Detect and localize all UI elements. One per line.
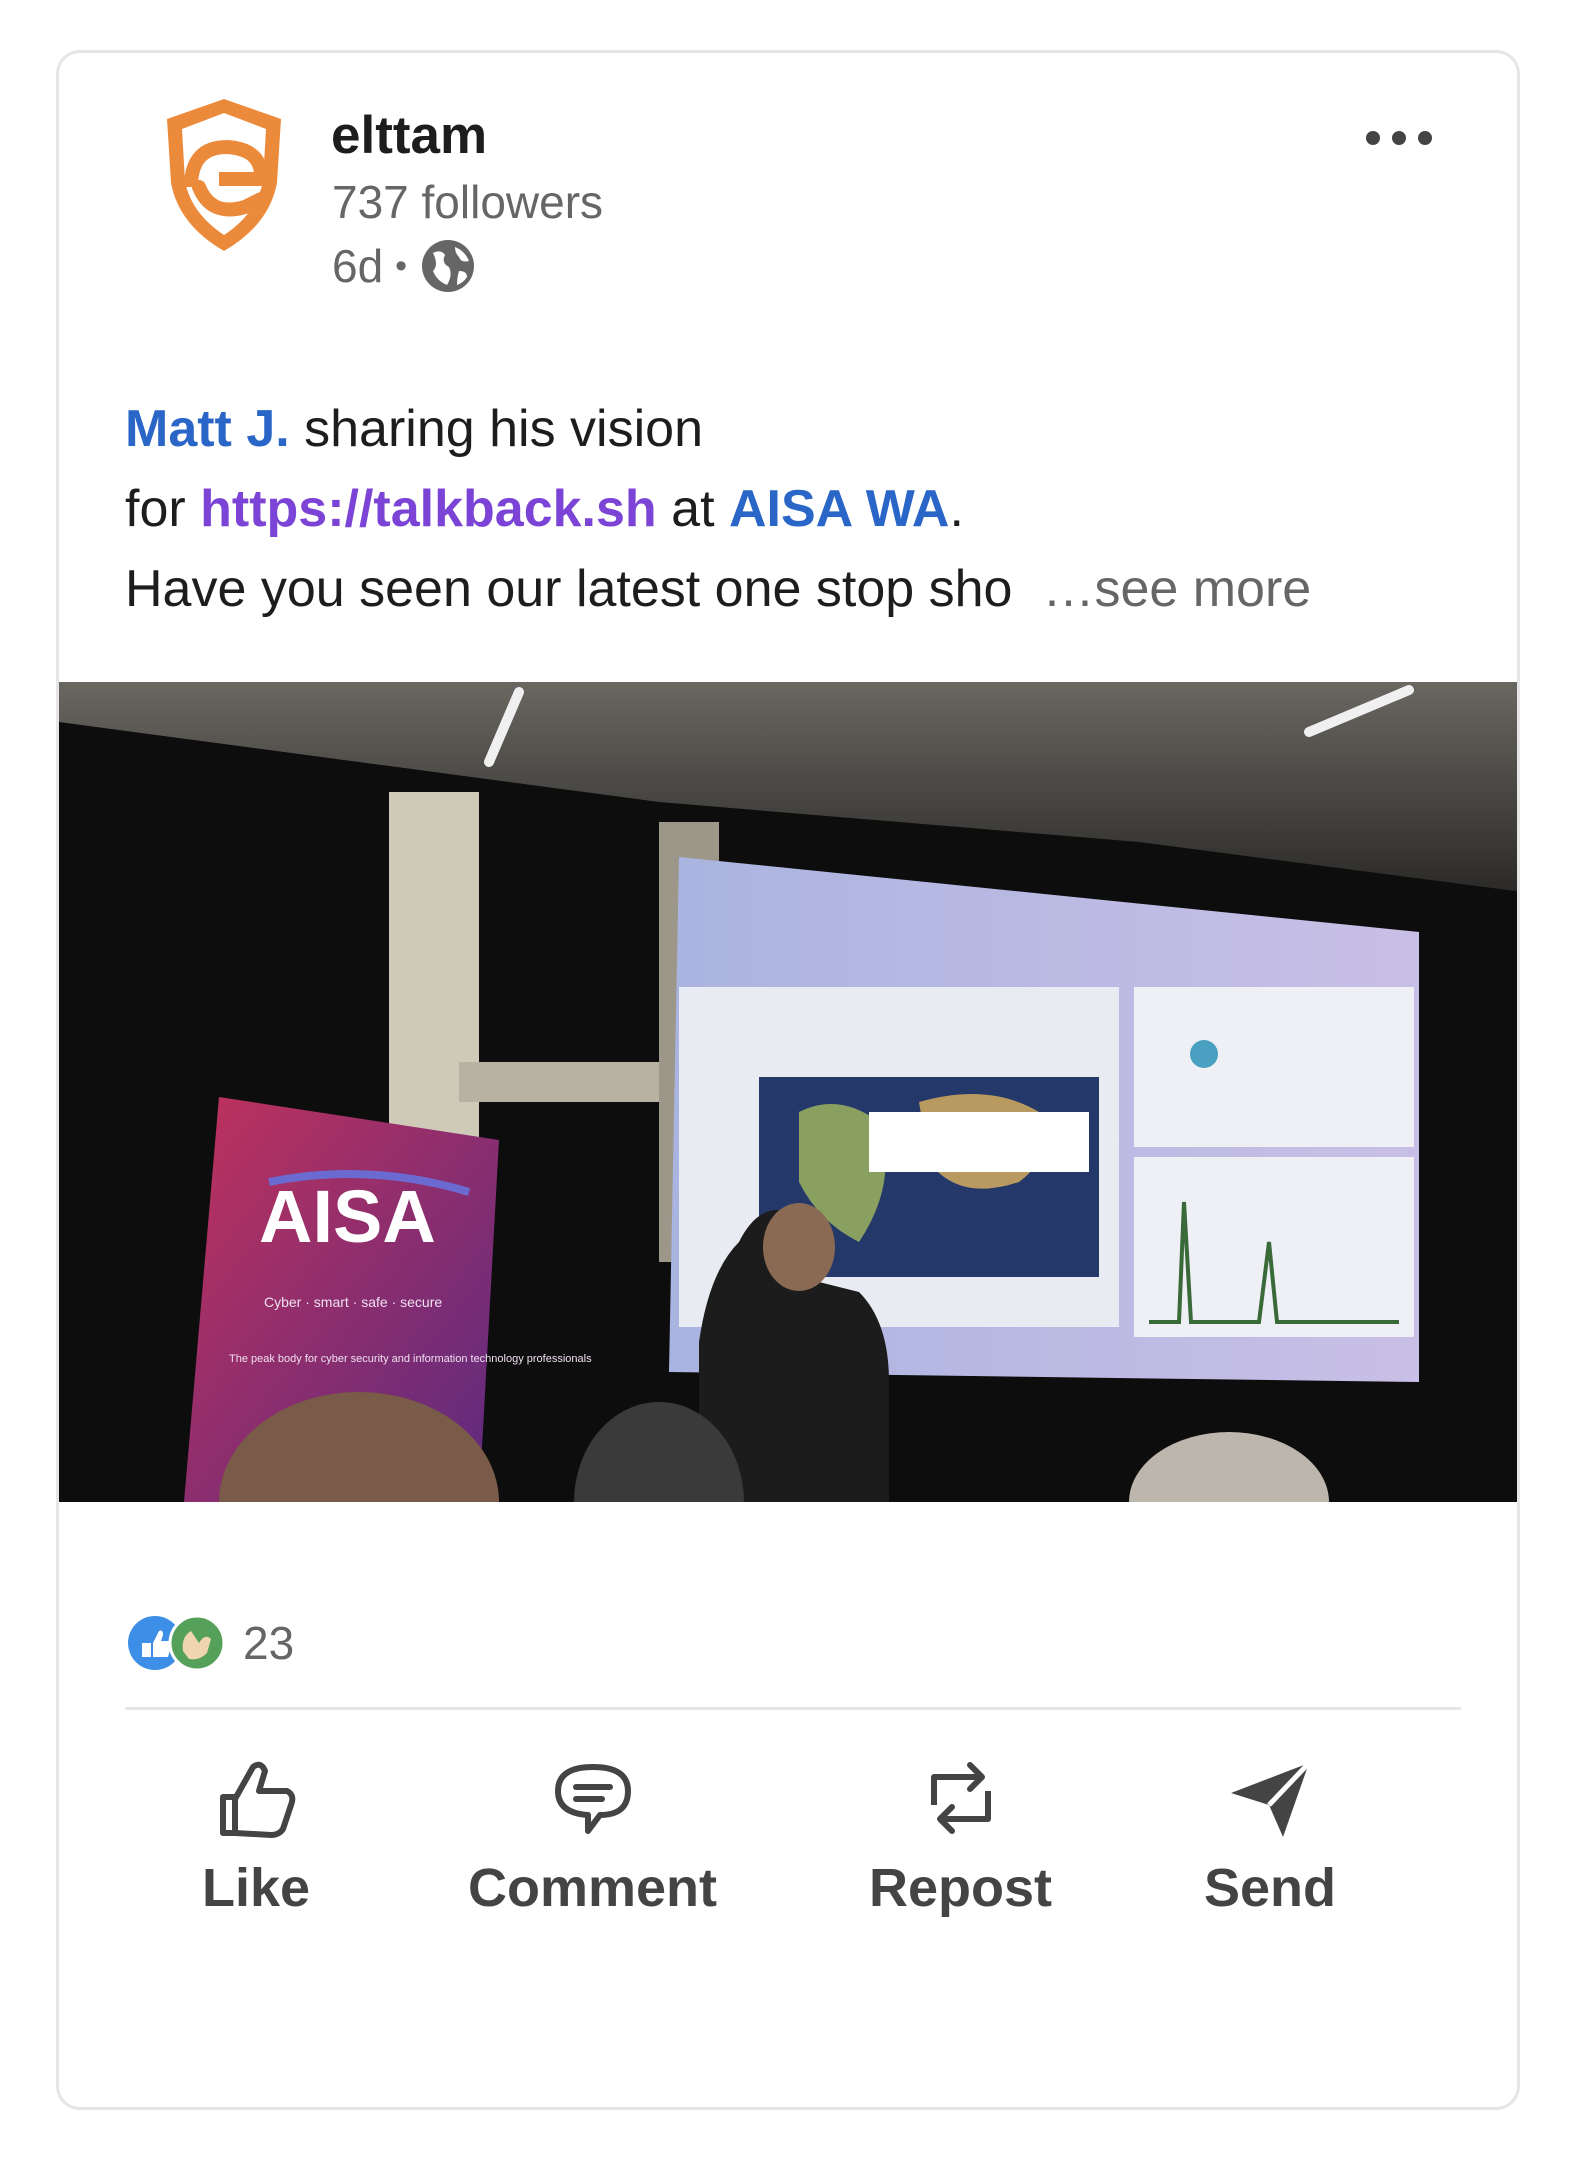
post-age: 6d [332, 240, 384, 292]
banner-subtitle: Cyber · smart · safe · secure [264, 1294, 442, 1310]
more-options-icon[interactable] [1359, 123, 1439, 153]
send-icon [1231, 1761, 1311, 1837]
post-text-fragment: for [125, 480, 201, 538]
repost-icon [930, 1762, 991, 1834]
post-text-fragment: Have you seen our latest one stop sho [125, 560, 1013, 618]
post-meta: 6d • [332, 237, 477, 295]
post-card: elttam 737 followers 6d • Matt J. sharin… [56, 50, 1520, 2110]
company-name[interactable]: elttam [331, 105, 487, 166]
banner-tagline: The peak body for cyber security and inf… [229, 1353, 592, 1365]
celebrate-reaction-icon [168, 1614, 226, 1672]
post-image[interactable]: AISA Cyber · smart · safe · secure The p… [59, 682, 1520, 1502]
reaction-count: 23 [243, 1617, 295, 1669]
thumbs-up-icon [220, 1761, 296, 1838]
like-label: Like [202, 1858, 311, 1918]
url-link[interactable]: https://talkback.sh [200, 480, 657, 538]
post-text-fragment: at [656, 480, 729, 538]
comment-button[interactable]: Comment [468, 1753, 717, 1919]
post-line-3: Have you seen our latest one stop sho …se… [125, 549, 1311, 629]
banner-title: AISA [259, 1175, 436, 1258]
post-line-2: for https://talkback.sh at AISA WA. [125, 469, 1311, 549]
follower-count: 737 followers [332, 176, 604, 228]
post-line-1: Matt J. sharing his vision [125, 389, 1311, 469]
reaction-icons [128, 1614, 226, 1672]
repost-label: Repost [869, 1858, 1053, 1918]
post-text: Matt J. sharing his vision for https://t… [125, 389, 1311, 629]
meta-separator: • [395, 246, 408, 285]
see-more-link[interactable]: …see more [1042, 560, 1311, 618]
repost-button[interactable]: Repost [869, 1753, 1052, 1919]
reactions-summary[interactable]: 23 [125, 1613, 294, 1673]
divider [125, 1707, 1461, 1710]
send-label: Send [1204, 1858, 1337, 1918]
mention-link-2[interactable]: AISA WA [729, 480, 950, 538]
comment-label: Comment [468, 1858, 718, 1918]
globe-icon [422, 240, 475, 292]
post-text-fragment: sharing his vision [289, 400, 703, 458]
send-button[interactable]: Send [1204, 1753, 1336, 1919]
post-text-fragment: . [949, 480, 964, 538]
mention-link[interactable]: Matt J. [125, 400, 290, 458]
company-logo[interactable] [149, 95, 299, 255]
comment-icon [554, 1764, 631, 1834]
like-button[interactable]: Like [202, 1753, 310, 1919]
